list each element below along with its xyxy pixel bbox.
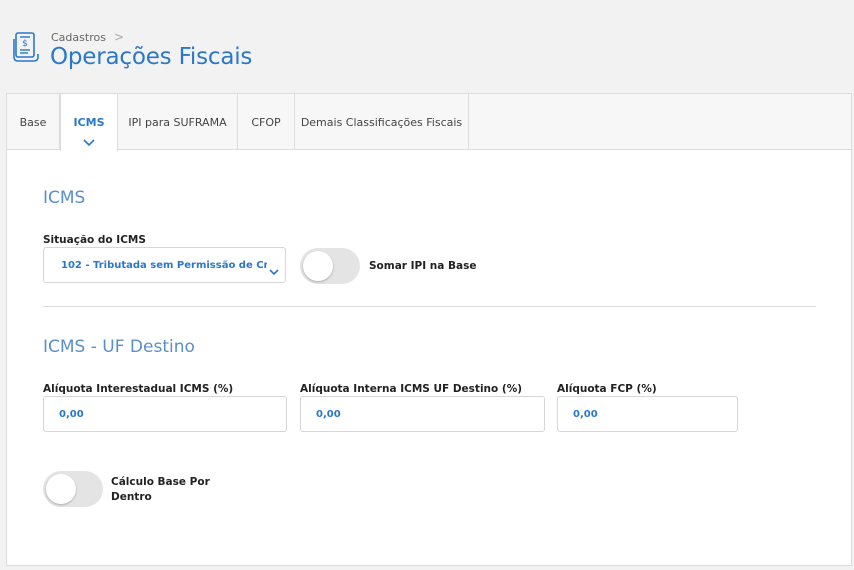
tab-base[interactable]: Base xyxy=(7,94,60,150)
aliquota-interestadual-input[interactable]: 0,00 xyxy=(43,396,287,432)
breadcrumb-item-cadastros[interactable]: Cadastros xyxy=(51,31,106,44)
section-title-icms: ICMS xyxy=(43,188,86,208)
breadcrumb-separator: > xyxy=(113,30,124,44)
tab-label: Demais Classificações Fiscais xyxy=(300,115,463,129)
calculo-base-toggle[interactable] xyxy=(43,471,103,507)
section-divider xyxy=(43,306,816,307)
tab-demais-classificacoes[interactable]: Demais Classificações Fiscais xyxy=(295,94,469,150)
section-title-uf-destino: ICMS - UF Destino xyxy=(43,337,195,357)
page-header: $ Cadastros > Operações Fiscais xyxy=(0,0,854,93)
situacao-icms-value: 102 - Tributada sem Permissão de Crédito xyxy=(61,259,267,271)
situacao-icms-select[interactable]: 102 - Tributada sem Permissão de Crédito xyxy=(43,247,286,283)
aliquota-fcp-input[interactable]: 0,00 xyxy=(557,396,738,432)
aliquota-fcp-label: Alíquota FCP (%) xyxy=(557,383,657,395)
tab-icms[interactable]: ICMS xyxy=(60,94,118,151)
tab-label: IPI para SUFRAMA xyxy=(128,115,227,129)
tab-label: Base xyxy=(19,115,47,129)
svg-text:$: $ xyxy=(22,39,28,49)
aliquota-interna-input[interactable]: 0,00 xyxy=(300,396,545,432)
chevron-down-icon xyxy=(269,261,279,280)
somar-ipi-toggle[interactable] xyxy=(300,248,360,284)
tab-cfop[interactable]: CFOP xyxy=(238,94,295,150)
situacao-icms-label: Situação do ICMS xyxy=(43,234,146,246)
page-title: Operações Fiscais xyxy=(50,44,253,70)
tab-ipi-suframa[interactable]: IPI para SUFRAMA xyxy=(118,94,238,150)
somar-ipi-label: Somar IPI na Base xyxy=(369,260,477,272)
main-panel: Base ICMS IPI para SUFRAMA CFOP Demais C… xyxy=(6,93,852,566)
breadcrumb: Cadastros > xyxy=(51,30,124,44)
toggle-knob xyxy=(303,251,333,281)
tab-label: CFOP xyxy=(251,115,281,129)
calculo-base-label: Cálculo Base Por Dentro xyxy=(111,475,210,505)
tab-bar: Base ICMS IPI para SUFRAMA CFOP Demais C… xyxy=(7,94,851,151)
receipt-icon: $ xyxy=(12,31,42,63)
aliquota-interna-label: Alíquota Interna ICMS UF Destino (%) xyxy=(300,383,523,395)
tab-label: ICMS xyxy=(73,116,105,129)
aliquota-interestadual-label: Alíquota Interestadual ICMS (%) xyxy=(43,383,234,395)
calculo-base-label-line1: Cálculo Base Por xyxy=(111,476,210,488)
toggle-knob xyxy=(46,474,76,504)
calculo-base-label-line2: Dentro xyxy=(111,491,152,503)
chevron-down-icon xyxy=(83,136,95,149)
